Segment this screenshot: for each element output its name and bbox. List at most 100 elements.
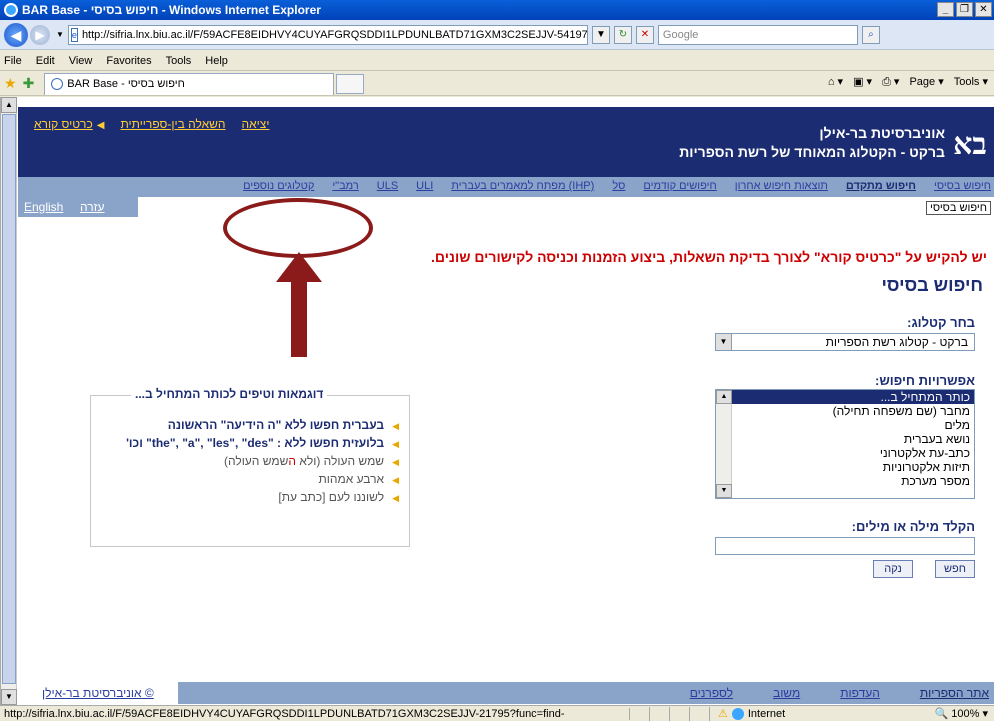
option-etheses[interactable]: תיזות אלקטרוניות	[716, 460, 974, 474]
tab-label: BAR Base - חיפוש בסיסי	[67, 78, 185, 90]
nav-previous-searches[interactable]: חיפושים קודמים	[643, 180, 716, 192]
scroll-up-icon[interactable]: ▲	[1, 97, 17, 113]
menu-edit[interactable]: Edit	[36, 55, 55, 67]
footer-preferences-link[interactable]: העדפות	[840, 686, 880, 700]
options-scrollbar[interactable]: ▲ ▼	[716, 390, 732, 498]
main-nav: חיפוש בסיסי חיפוש מתקדם תוצאות חיפוש אחר…	[18, 177, 994, 197]
keyword-input[interactable]	[715, 537, 975, 555]
menu-bar: File Edit View Favorites Tools Help	[0, 51, 994, 71]
stop-icon[interactable]: ✕	[635, 25, 654, 44]
protected-mode-icon: ⚠	[718, 708, 728, 720]
home-icon[interactable]: ⌂ ▾	[828, 75, 843, 89]
back-button[interactable]: ◀	[4, 22, 28, 47]
nav-uli[interactable]: ULI	[416, 180, 433, 192]
menu-tools[interactable]: Tools	[166, 55, 192, 67]
nav-basket[interactable]: סל	[612, 180, 625, 192]
close-button[interactable]: ✕	[975, 2, 992, 17]
catalog-select[interactable]: ברקט - קטלוג רשת הספריות ▼	[715, 333, 975, 351]
list-item: ◀בלועזית חפשו ללא : "the", "a", "les", "…	[126, 436, 399, 450]
scroll-up-icon[interactable]: ▲	[716, 390, 732, 404]
nav-last-results[interactable]: תוצאות חיפוש אחרון	[735, 180, 828, 192]
menu-help[interactable]: Help	[205, 55, 228, 67]
url-dropdown-icon[interactable]: ▼	[591, 25, 610, 44]
bullet-icon: ◀	[392, 493, 399, 503]
clear-button[interactable]: נקה	[873, 560, 913, 578]
zoom-value: 100%	[951, 708, 980, 720]
search-options-list[interactable]: כותר המתחיל ב... מחבר (שם משפחה תחילה) מ…	[715, 389, 975, 499]
footer-librarians-link[interactable]: לספרנים	[690, 686, 733, 700]
security-zone[interactable]: ⚠ Internet	[718, 707, 785, 720]
option-ejournal[interactable]: כתב-עת אלקטרוני	[716, 446, 974, 460]
examples-box: דוגמאות וטיפים לכותר המתחיל ב... ◀בעברית…	[90, 387, 410, 547]
search-icon[interactable]: ⌕	[861, 25, 880, 44]
nav-links: חיפוש בסיסי חיפוש מתקדם תוצאות חיפוש אחר…	[225, 180, 991, 192]
page-menu[interactable]: Page ▾	[909, 75, 943, 89]
tab-bar-base[interactable]: BAR Base - חיפוש בסיסי	[44, 72, 335, 95]
ie-logo-icon	[4, 3, 18, 17]
status-cell	[630, 706, 650, 721]
nav-rambi[interactable]: רמב"י	[332, 180, 358, 192]
footer-feedback-link[interactable]: משוב	[773, 686, 800, 700]
help-link[interactable]: עזרה	[80, 200, 105, 214]
menu-favorites[interactable]: Favorites	[106, 55, 151, 67]
new-tab-button[interactable]	[336, 73, 365, 94]
ill-link[interactable]: השאלה בין-ספרייתית	[120, 117, 225, 131]
list-item: ◀לשוננו לעם [כתב עת]	[278, 490, 399, 504]
browser-viewport: ▲ ▼ בא אוניברסיטת בר-אילן ברקט - הקטלוג …	[0, 97, 994, 705]
option-author[interactable]: מחבר (שם משפחה תחילה)	[716, 404, 974, 418]
english-link[interactable]: English	[24, 200, 63, 214]
address-bar: ◀ ▶ ▼ e http://sifria.lnx.biu.ac.il/F/59…	[0, 20, 994, 50]
copyright-link[interactable]: © אוניברסיטת בר-אילן	[42, 686, 154, 700]
option-title-starts[interactable]: כותר המתחיל ב...	[716, 390, 974, 404]
search-input[interactable]: Google	[657, 24, 858, 45]
add-favorite-icon[interactable]: ✚	[23, 75, 35, 92]
feeds-icon[interactable]: ▣ ▾	[853, 75, 872, 89]
url-field[interactable]: e http://sifria.lnx.biu.ac.il/F/59ACFE8E…	[67, 24, 588, 45]
footer-libraries-link[interactable]: אתר הספריות	[920, 686, 989, 700]
reader-card-link[interactable]: ◀כרטיס קורא	[34, 117, 104, 131]
page-title: חיפוש בסיסי	[881, 275, 984, 295]
nav-more-catalogs[interactable]: קטלוגים נוספים	[243, 180, 314, 192]
window-controls: _ ❐ ✕	[937, 2, 992, 17]
list-item: ◀שמש העולה (ולא השמש העולה)	[223, 454, 399, 468]
refresh-icon[interactable]: ↻	[613, 25, 632, 44]
option-words[interactable]: מלים	[716, 418, 974, 432]
scroll-thumb[interactable]	[2, 114, 16, 684]
nav-uls[interactable]: ULS	[377, 180, 398, 192]
forward-button[interactable]: ▶	[30, 24, 50, 45]
nav-basic-search[interactable]: חיפוש בסיסי	[934, 180, 991, 192]
menu-view[interactable]: View	[69, 55, 93, 67]
chevron-down-icon[interactable]: ▼	[716, 334, 732, 350]
nav-ihp[interactable]: מפתח למאמרים בעברית (IHP)	[451, 180, 594, 192]
bullet-icon: ◀	[392, 421, 399, 431]
history-dropdown-icon[interactable]: ▼	[56, 30, 64, 39]
bullet-icon: ◀	[392, 439, 399, 449]
zone-label: Internet	[747, 707, 786, 720]
tools-menu[interactable]: Tools ▾	[954, 75, 988, 89]
annotation-arrow-icon	[276, 252, 322, 357]
option-subject-hebrew[interactable]: נושא בעברית	[716, 432, 974, 446]
page-footer: © אוניברסיטת בר-אילן אתר הספריות העדפות …	[18, 682, 994, 704]
menu-file[interactable]: File	[4, 55, 22, 67]
tab-bar: ★ ✚ BAR Base - חיפוש בסיסי ⌂ ▾ ▣ ▾ ⎙ ▾ P…	[0, 72, 994, 96]
window-title-bar: BAR Base - חיפוש בסיסי - Windows Interne…	[0, 0, 994, 20]
nav-advanced-search[interactable]: חיפוש מתקדם	[846, 180, 916, 192]
page-icon: e	[70, 27, 78, 42]
search-button[interactable]: חפש	[935, 560, 975, 578]
zoom-level[interactable]: 🔍 100% ▾	[935, 707, 988, 720]
favorites-star-icon[interactable]: ★	[4, 75, 17, 92]
exit-link[interactable]: יציאה	[242, 117, 270, 131]
scroll-down-icon[interactable]: ▼	[1, 689, 17, 705]
maximize-button[interactable]: ❐	[956, 2, 973, 17]
print-icon[interactable]: ⎙ ▾	[882, 75, 899, 89]
breadcrumb: חיפוש בסיסי	[925, 201, 991, 215]
option-system-number[interactable]: מספר מערכת	[716, 474, 974, 488]
window-title: BAR Base - חיפוש בסיסי - Windows Interne…	[22, 3, 321, 17]
top-links: ◀כרטיס קורא השאלה בין-ספרייתית יציאה	[34, 117, 269, 131]
page-scrollbar[interactable]: ▲ ▼	[1, 97, 17, 705]
list-item: ◀בעברית חפשו ללא "ה הידיעה" הראשונה	[167, 418, 399, 432]
scroll-down-icon[interactable]: ▼	[716, 484, 732, 498]
highlight-oval	[223, 198, 373, 258]
bullet-icon: ◀	[392, 457, 399, 467]
minimize-button[interactable]: _	[937, 2, 954, 17]
